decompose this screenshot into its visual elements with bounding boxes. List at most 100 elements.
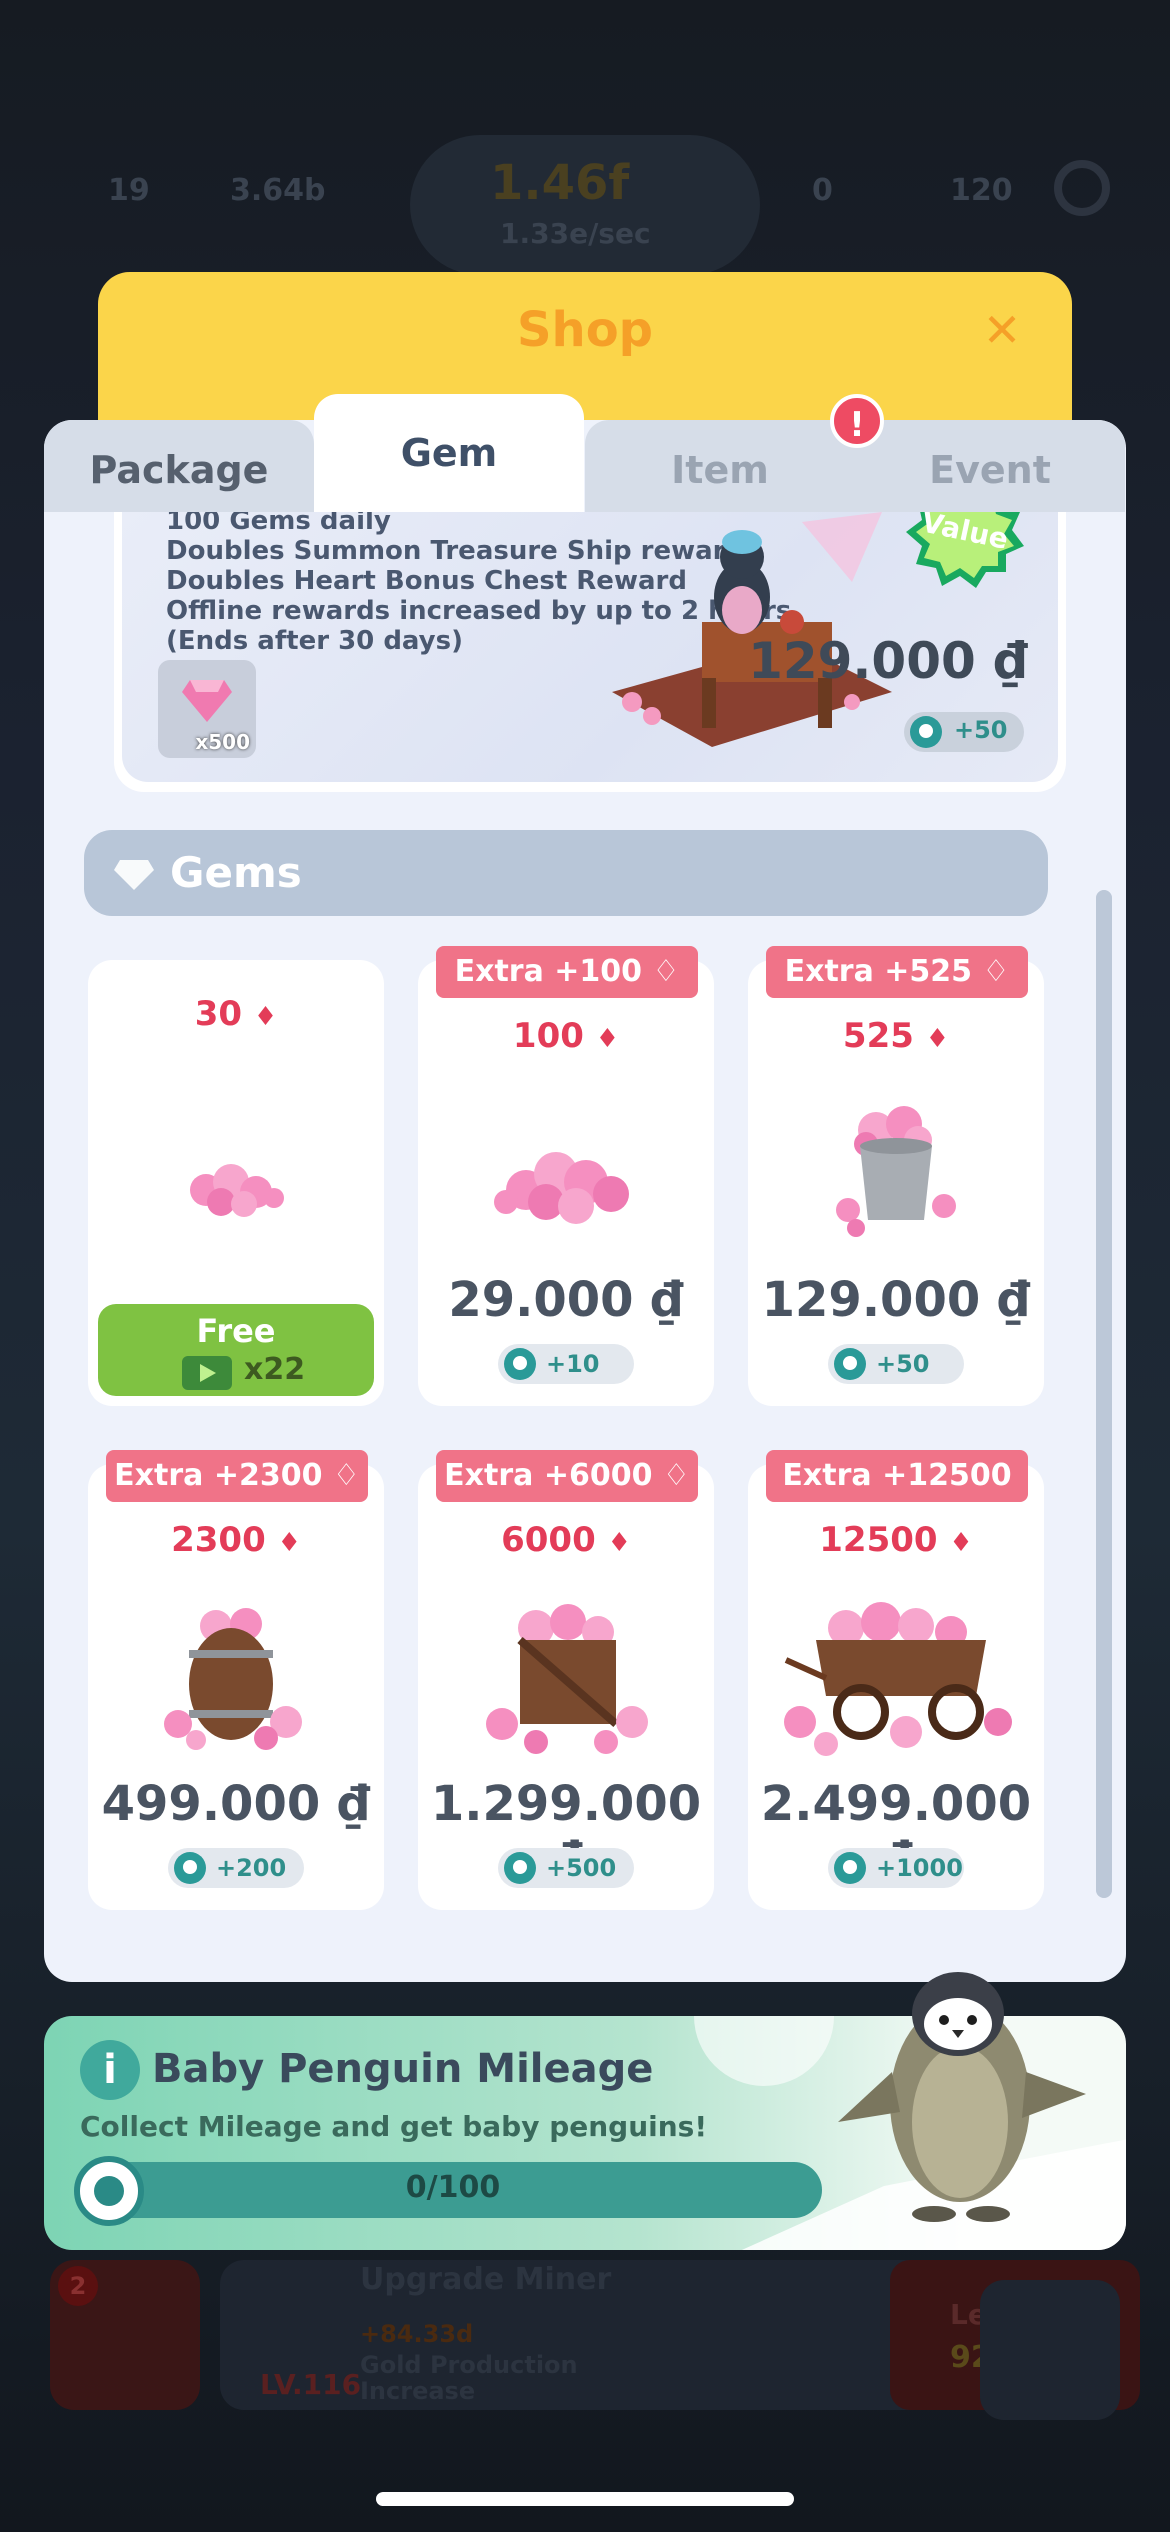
penguin-mileage-icon — [834, 1852, 866, 1884]
gem-pile-icon — [494, 1152, 629, 1224]
close-icon[interactable]: ✕ — [980, 307, 1024, 353]
gem-crate-icon — [486, 1604, 648, 1754]
gems-section-header: Gems — [84, 830, 1048, 916]
hud-stat-2: 3.64b — [230, 172, 326, 208]
gem-barrel-icon — [164, 1608, 302, 1750]
value-badge: Value — [906, 512, 1024, 588]
hud-coin-counter: 1.46f 1.33e/sec — [410, 135, 760, 275]
bottom-bar: 2 Upgrade Miner +84.33d Gold Production … — [30, 2240, 1140, 2420]
penguin-mileage-icon — [174, 1852, 206, 1884]
gems-section-title: Gems — [170, 848, 302, 897]
shop-title: Shop — [516, 302, 654, 358]
package-mileage: +50 — [904, 712, 1024, 752]
free-count: x22 — [244, 1352, 306, 1387]
extra-badge-label: Extra +525 — [784, 954, 973, 989]
gem-icon: ♦ — [277, 1528, 301, 1558]
upgrade-level: LV.116 — [260, 2368, 362, 2401]
shop-tabs: Package Item Event — [44, 420, 1126, 512]
package-gem-qty: x500 — [195, 730, 250, 754]
gem-amount: 2300 ♦ — [88, 1520, 384, 1560]
extra-badge-label: Extra +100 — [454, 954, 643, 989]
video-ticket-icon — [182, 1356, 232, 1390]
penguin-mileage-icon — [834, 1348, 866, 1380]
mileage-value: +50 — [876, 1350, 930, 1378]
extra-badge: Extra +100 ♢ — [436, 946, 698, 998]
gem-product-6000[interactable]: Extra +6000 ♢ 6000 ♦ 1.299.000 ₫ +500 — [418, 1450, 714, 1910]
gem-icon: ♢ — [982, 954, 1010, 989]
gem-icon: ♢ — [652, 954, 680, 989]
home-indicator[interactable] — [376, 2492, 794, 2506]
gem-amount-value: 30 — [194, 994, 243, 1034]
tab-event[interactable]: Event — [855, 420, 1125, 512]
shop-panel: Package Item Event 100 Gems daily Double… — [44, 420, 1126, 1982]
extra-badge: Extra +525 ♢ — [766, 946, 1028, 998]
mileage-pill: +10 — [498, 1344, 634, 1384]
package-card-inner: 100 Gems daily Doubles Summon Treasure S… — [122, 512, 1058, 782]
gem-price: 499.000 ₫ — [101, 1776, 371, 1832]
mileage-pill: +50 — [828, 1344, 964, 1384]
mileage-subtitle: Collect Mileage and get baby penguins! — [80, 2110, 708, 2143]
extra-badge: Extra +2300 ♢ — [106, 1450, 368, 1502]
package-card[interactable]: 100 Gems daily Doubles Summon Treasure S… — [114, 512, 1066, 792]
gem-icon: ♦ — [595, 1024, 620, 1054]
penguin-mileage-icon — [910, 716, 942, 748]
mileage-value: +10 — [546, 1350, 600, 1378]
gem-icon: ♦ — [925, 1024, 950, 1054]
gem-amount: 525 ♦ — [748, 1016, 1044, 1056]
gem-amount-value: 12500 — [819, 1520, 938, 1560]
egg-badge: 2 — [58, 2266, 98, 2306]
hud-stat-1: 19 — [108, 172, 150, 208]
free-label: Free — [196, 1312, 276, 1350]
package-gem-chip: x500 — [158, 660, 256, 758]
info-icon[interactable]: i — [80, 2040, 140, 2100]
hud-hearts: 120 — [950, 172, 1013, 208]
gem-cart-icon — [784, 1602, 1012, 1756]
tab-gem[interactable]: Gem — [314, 394, 584, 512]
mileage-pill: +500 — [498, 1848, 634, 1888]
mileage-progress-text: 0/100 — [405, 2170, 501, 2205]
extra-badge-label: Extra +12500 — [782, 1458, 1012, 1493]
gem-icon: ♢ — [662, 1458, 690, 1493]
gem-amount-value: 2300 — [171, 1520, 266, 1560]
gem-icon: ♦ — [253, 1002, 278, 1032]
mileage-value: +200 — [216, 1854, 287, 1882]
scrollbar-thumb[interactable] — [1096, 890, 1112, 1898]
gem-amount: 12500 ♦ — [748, 1520, 1044, 1560]
baby-penguin-mascot — [838, 1972, 1086, 2222]
tab-item[interactable]: Item — [585, 420, 855, 512]
camera-button[interactable] — [980, 2280, 1120, 2420]
gem-icon: ♦ — [949, 1528, 973, 1558]
coin-rate: 1.33e/sec — [500, 217, 651, 250]
gem-product-2300[interactable]: Extra +2300 ♢ 2300 ♦ 499.000 ₫ +200 — [88, 1450, 384, 1910]
gear-icon[interactable] — [1054, 160, 1110, 216]
upgrade-miner-card: Upgrade Miner +84.33d Gold Production In… — [220, 2260, 1140, 2410]
gem-product-12500[interactable]: Extra +12500 ♢ 12500 ♦ 2.499.000 ₫ +1000 — [748, 1450, 1044, 1910]
mileage-value: +500 — [546, 1854, 617, 1882]
extra-badge-label: Extra +2300 — [114, 1458, 323, 1493]
gem-pile-small-icon — [190, 1164, 284, 1217]
tab-alert-badge: ! — [830, 394, 884, 448]
tab-package[interactable]: Package — [44, 420, 314, 512]
gem-amount-value: 6000 — [501, 1520, 596, 1560]
gem-amount: 100 ♦ — [418, 1016, 714, 1056]
gem-bucket-icon — [836, 1106, 956, 1237]
egg-button[interactable]: 2 — [50, 2260, 200, 2410]
gem-icon — [182, 680, 232, 722]
gem-product-525[interactable]: Extra +525 ♢ 525 ♦ 129.000 ₫ +50 — [748, 946, 1044, 1406]
mileage-title: Baby Penguin Mileage — [152, 2046, 654, 2092]
gem-product-100[interactable]: Extra +100 ♢ 100 ♦ 29.000 ₫ +10 — [418, 946, 714, 1406]
extra-badge-label: Extra +6000 — [444, 1458, 653, 1493]
gem-icon: ♢ — [332, 1458, 360, 1493]
package-price[interactable]: 129.000 ₫ — [748, 632, 1028, 690]
upgrade-title: Upgrade Miner — [360, 2262, 612, 2297]
gem-amount-value: 100 — [512, 1016, 584, 1056]
gem-price: 29.000 ₫ — [448, 1272, 684, 1328]
mileage-value: +1000 — [876, 1854, 963, 1882]
upgrade-desc: Gold Production Increase — [360, 2351, 578, 2405]
mileage-pill: +1000 — [828, 1848, 964, 1888]
gem-amount: 30 ♦ — [88, 994, 384, 1034]
hud-stat-3: 0 — [812, 172, 833, 208]
gem-icon: ♦ — [607, 1528, 631, 1558]
free-claim-button[interactable]: Free x22 — [98, 1304, 374, 1396]
gem-product-30[interactable]: 30 ♦ Free x22 — [88, 960, 384, 1406]
